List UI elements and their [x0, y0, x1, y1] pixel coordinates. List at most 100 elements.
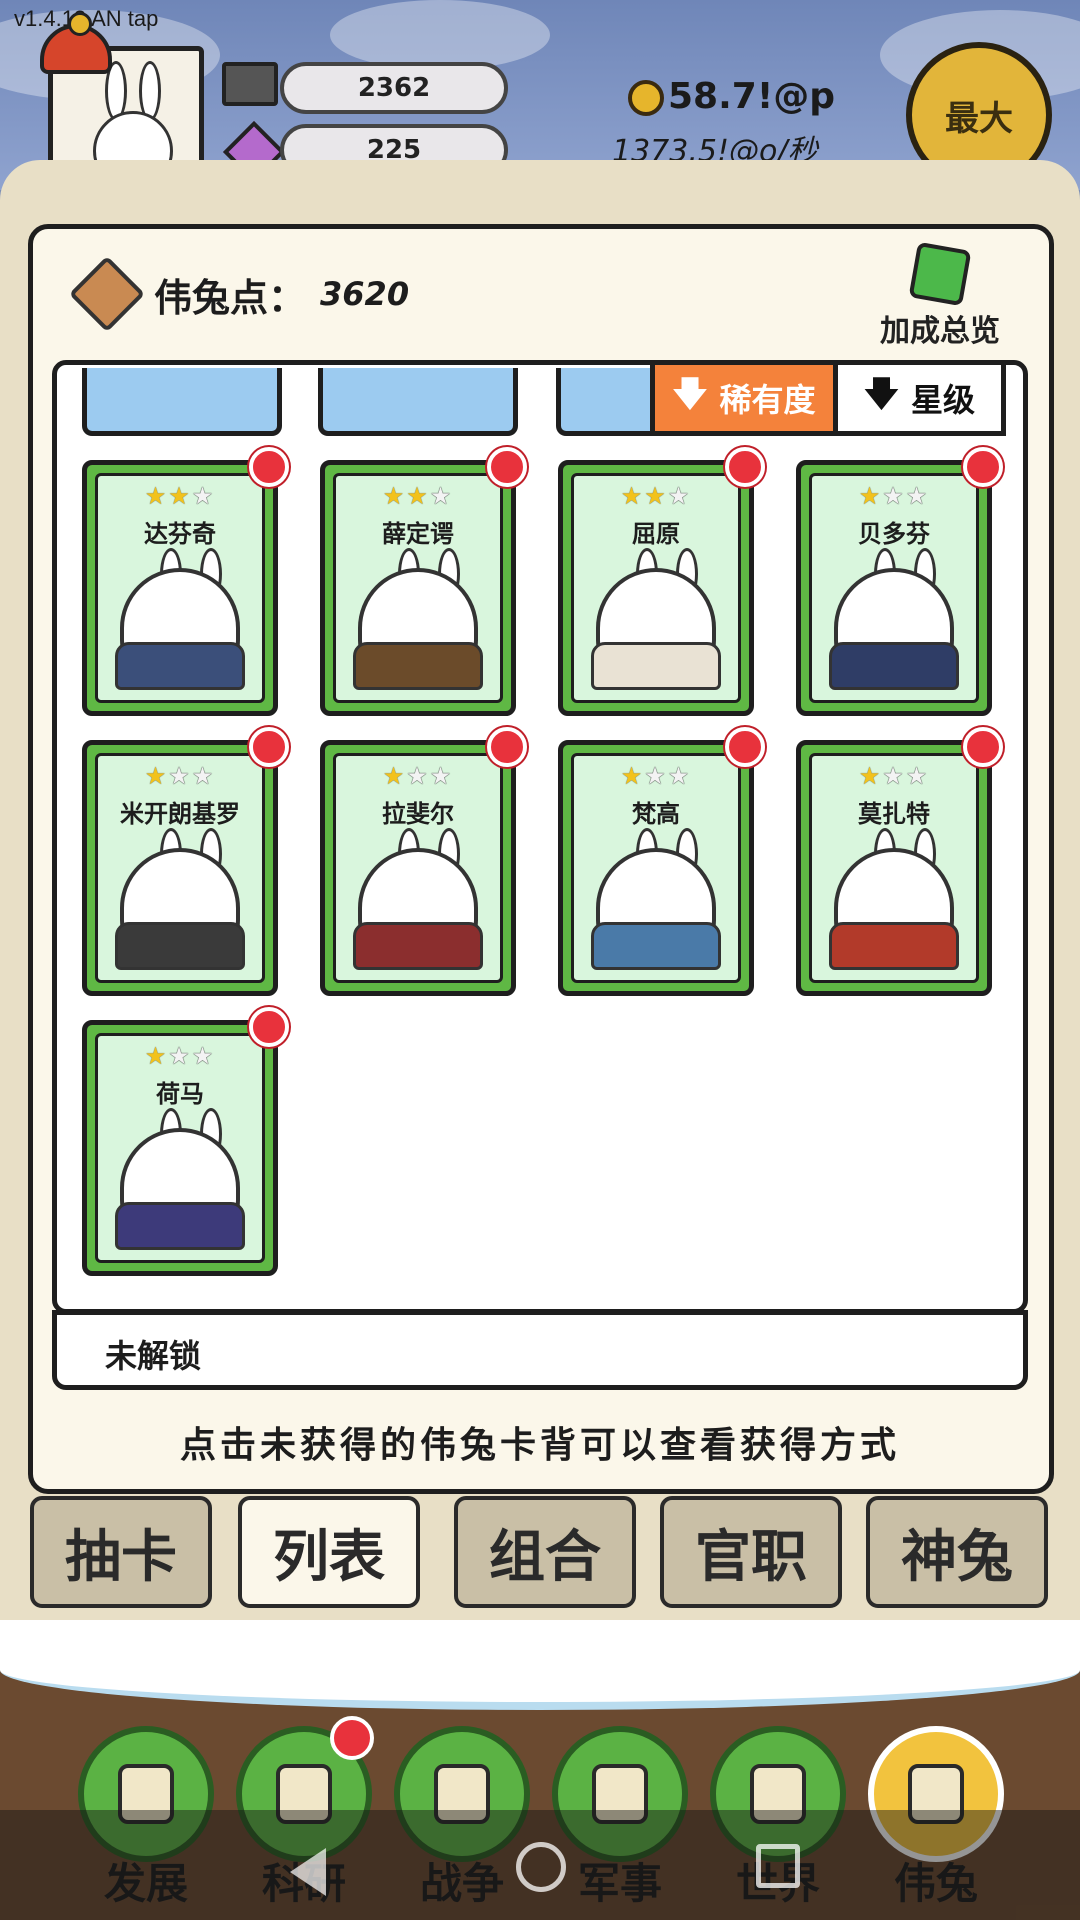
star-filled-icon: ★	[620, 762, 645, 790]
card-art: ★★★ 米开朗基罗	[95, 753, 265, 983]
character-outfit	[591, 922, 721, 970]
star-rating: ★★★	[812, 762, 976, 790]
star-rating: ★★★	[336, 482, 500, 510]
notification-badge	[330, 1716, 374, 1760]
star-filled-icon: ★	[644, 482, 668, 510]
gold-amount-text: 58.7!@p	[668, 76, 836, 117]
character-outfit	[353, 922, 483, 970]
locked-label: 未解锁	[105, 1337, 202, 1375]
star-filled-icon: ★	[858, 482, 883, 510]
bonus-overview-label: 加成总览	[880, 314, 1000, 349]
star-filled-icon: ★	[144, 1042, 169, 1070]
star-empty-icon: ★	[667, 482, 692, 510]
character-outfit	[591, 642, 721, 690]
rabbit-card[interactable]: ★★★ 米开朗基罗	[82, 727, 289, 996]
star-filled-icon: ★	[858, 762, 883, 790]
rabbit-card[interactable]: ★★★ 梵高	[558, 727, 765, 996]
star-rating: ★★★	[336, 762, 500, 790]
star-rating: ★★★	[574, 482, 738, 510]
sort-rarity-button[interactable]: 🡇 稀有度	[655, 365, 833, 431]
arrow-down-icon: 🡇	[864, 373, 899, 414]
stone-resource-icon	[222, 62, 278, 106]
star-empty-icon: ★	[882, 762, 906, 790]
star-filled-icon: ★	[406, 482, 430, 510]
recent-apps-icon[interactable]	[756, 1844, 800, 1888]
star-empty-icon: ★	[667, 762, 692, 790]
star-empty-icon: ★	[191, 482, 216, 510]
star-filled-icon: ★	[168, 482, 192, 510]
star-rating: ★★★	[812, 482, 976, 510]
card-name: 梵高	[632, 800, 680, 828]
card-name: 达芬奇	[144, 520, 216, 548]
rabbit-card[interactable]: ★★★ 莫扎特	[796, 727, 1003, 996]
book-icon	[908, 241, 972, 307]
coin-icon	[628, 80, 664, 116]
rabbit-card[interactable]: ★★★ 薛定谔	[320, 447, 527, 716]
card-name: 拉斐尔	[382, 800, 454, 828]
stone-resource-value: 2362	[280, 62, 508, 114]
card-name: 莫扎特	[858, 800, 930, 828]
tab-list[interactable]: 列表	[238, 1496, 420, 1608]
star-filled-icon: ★	[382, 482, 407, 510]
star-empty-icon: ★	[168, 762, 192, 790]
star-rating: ★★★	[98, 762, 262, 790]
tab-divine[interactable]: 神兔	[866, 1496, 1048, 1608]
rabbit-card[interactable]: ★★★ 拉斐尔	[320, 727, 527, 996]
card-name: 荷马	[156, 1080, 204, 1108]
card-art: ★★★ 莫扎特	[809, 753, 979, 983]
star-rating: ★★★	[98, 1042, 262, 1070]
card-art: ★★★ 屈原	[571, 473, 741, 703]
rabbit-card[interactable]: ★★★ 贝多芬	[796, 447, 1003, 716]
card-art: ★★★ 贝多芬	[809, 473, 979, 703]
notification-badge	[249, 1007, 289, 1047]
character-outfit	[829, 642, 959, 690]
sort-star-button[interactable]: 🡇 星级	[833, 365, 1001, 431]
rabbit-card[interactable]: ★★★ 达芬奇	[82, 447, 289, 716]
star-filled-icon: ★	[620, 482, 645, 510]
rabbit-points-gem-icon	[68, 255, 146, 333]
star-filled-icon: ★	[144, 482, 169, 510]
card-art: ★★★ 荷马	[95, 1033, 265, 1263]
star-empty-icon: ★	[191, 1042, 216, 1070]
star-rating: ★★★	[98, 482, 262, 510]
home-icon[interactable]	[516, 1842, 566, 1892]
partial-card[interactable]	[318, 368, 518, 436]
points-label: 伟兔点：	[154, 275, 307, 320]
star-filled-icon: ★	[382, 762, 407, 790]
snow-edge	[0, 1620, 1080, 1710]
back-icon[interactable]	[290, 1848, 326, 1896]
card-art: ★★★ 达芬奇	[95, 473, 265, 703]
gold-amount: 58.7!@p	[628, 76, 835, 117]
star-filled-icon: ★	[144, 762, 169, 790]
notification-badge	[487, 447, 527, 487]
card-name: 米开朗基罗	[120, 800, 240, 828]
notification-badge	[963, 447, 1003, 487]
star-empty-icon: ★	[644, 762, 668, 790]
bonus-overview-button[interactable]: 加成总览	[866, 241, 1014, 349]
rabbit-card[interactable]: ★★★ 屈原	[558, 447, 765, 716]
star-empty-icon: ★	[905, 482, 930, 510]
tab-draw[interactable]: 抽卡	[30, 1496, 212, 1608]
notification-badge	[725, 727, 765, 767]
card-art: ★★★ 拉斐尔	[333, 753, 503, 983]
notification-badge	[725, 447, 765, 487]
rabbit-card[interactable]: ★★★ 荷马	[82, 1007, 289, 1276]
tab-rank[interactable]: 官职	[660, 1496, 842, 1608]
card-name: 屈原	[632, 520, 680, 548]
character-outfit	[353, 642, 483, 690]
locked-section-header[interactable]: 未解锁	[52, 1310, 1028, 1390]
star-empty-icon: ★	[429, 762, 454, 790]
card-art: ★★★ 薛定谔	[333, 473, 503, 703]
star-rating: ★★★	[574, 762, 738, 790]
arrow-down-icon: 🡇	[672, 373, 708, 414]
tab-combo[interactable]: 组合	[454, 1496, 636, 1608]
star-empty-icon: ★	[882, 482, 906, 510]
sort-controls: 🡇 稀有度 🡇 星级	[650, 360, 1006, 436]
star-empty-icon: ★	[406, 762, 430, 790]
notification-badge	[963, 727, 1003, 767]
points-row: 伟兔点： 3620	[68, 255, 409, 333]
character-outfit	[115, 1202, 245, 1250]
partial-card[interactable]	[82, 368, 282, 436]
character-outfit	[115, 642, 245, 690]
star-empty-icon: ★	[905, 762, 930, 790]
